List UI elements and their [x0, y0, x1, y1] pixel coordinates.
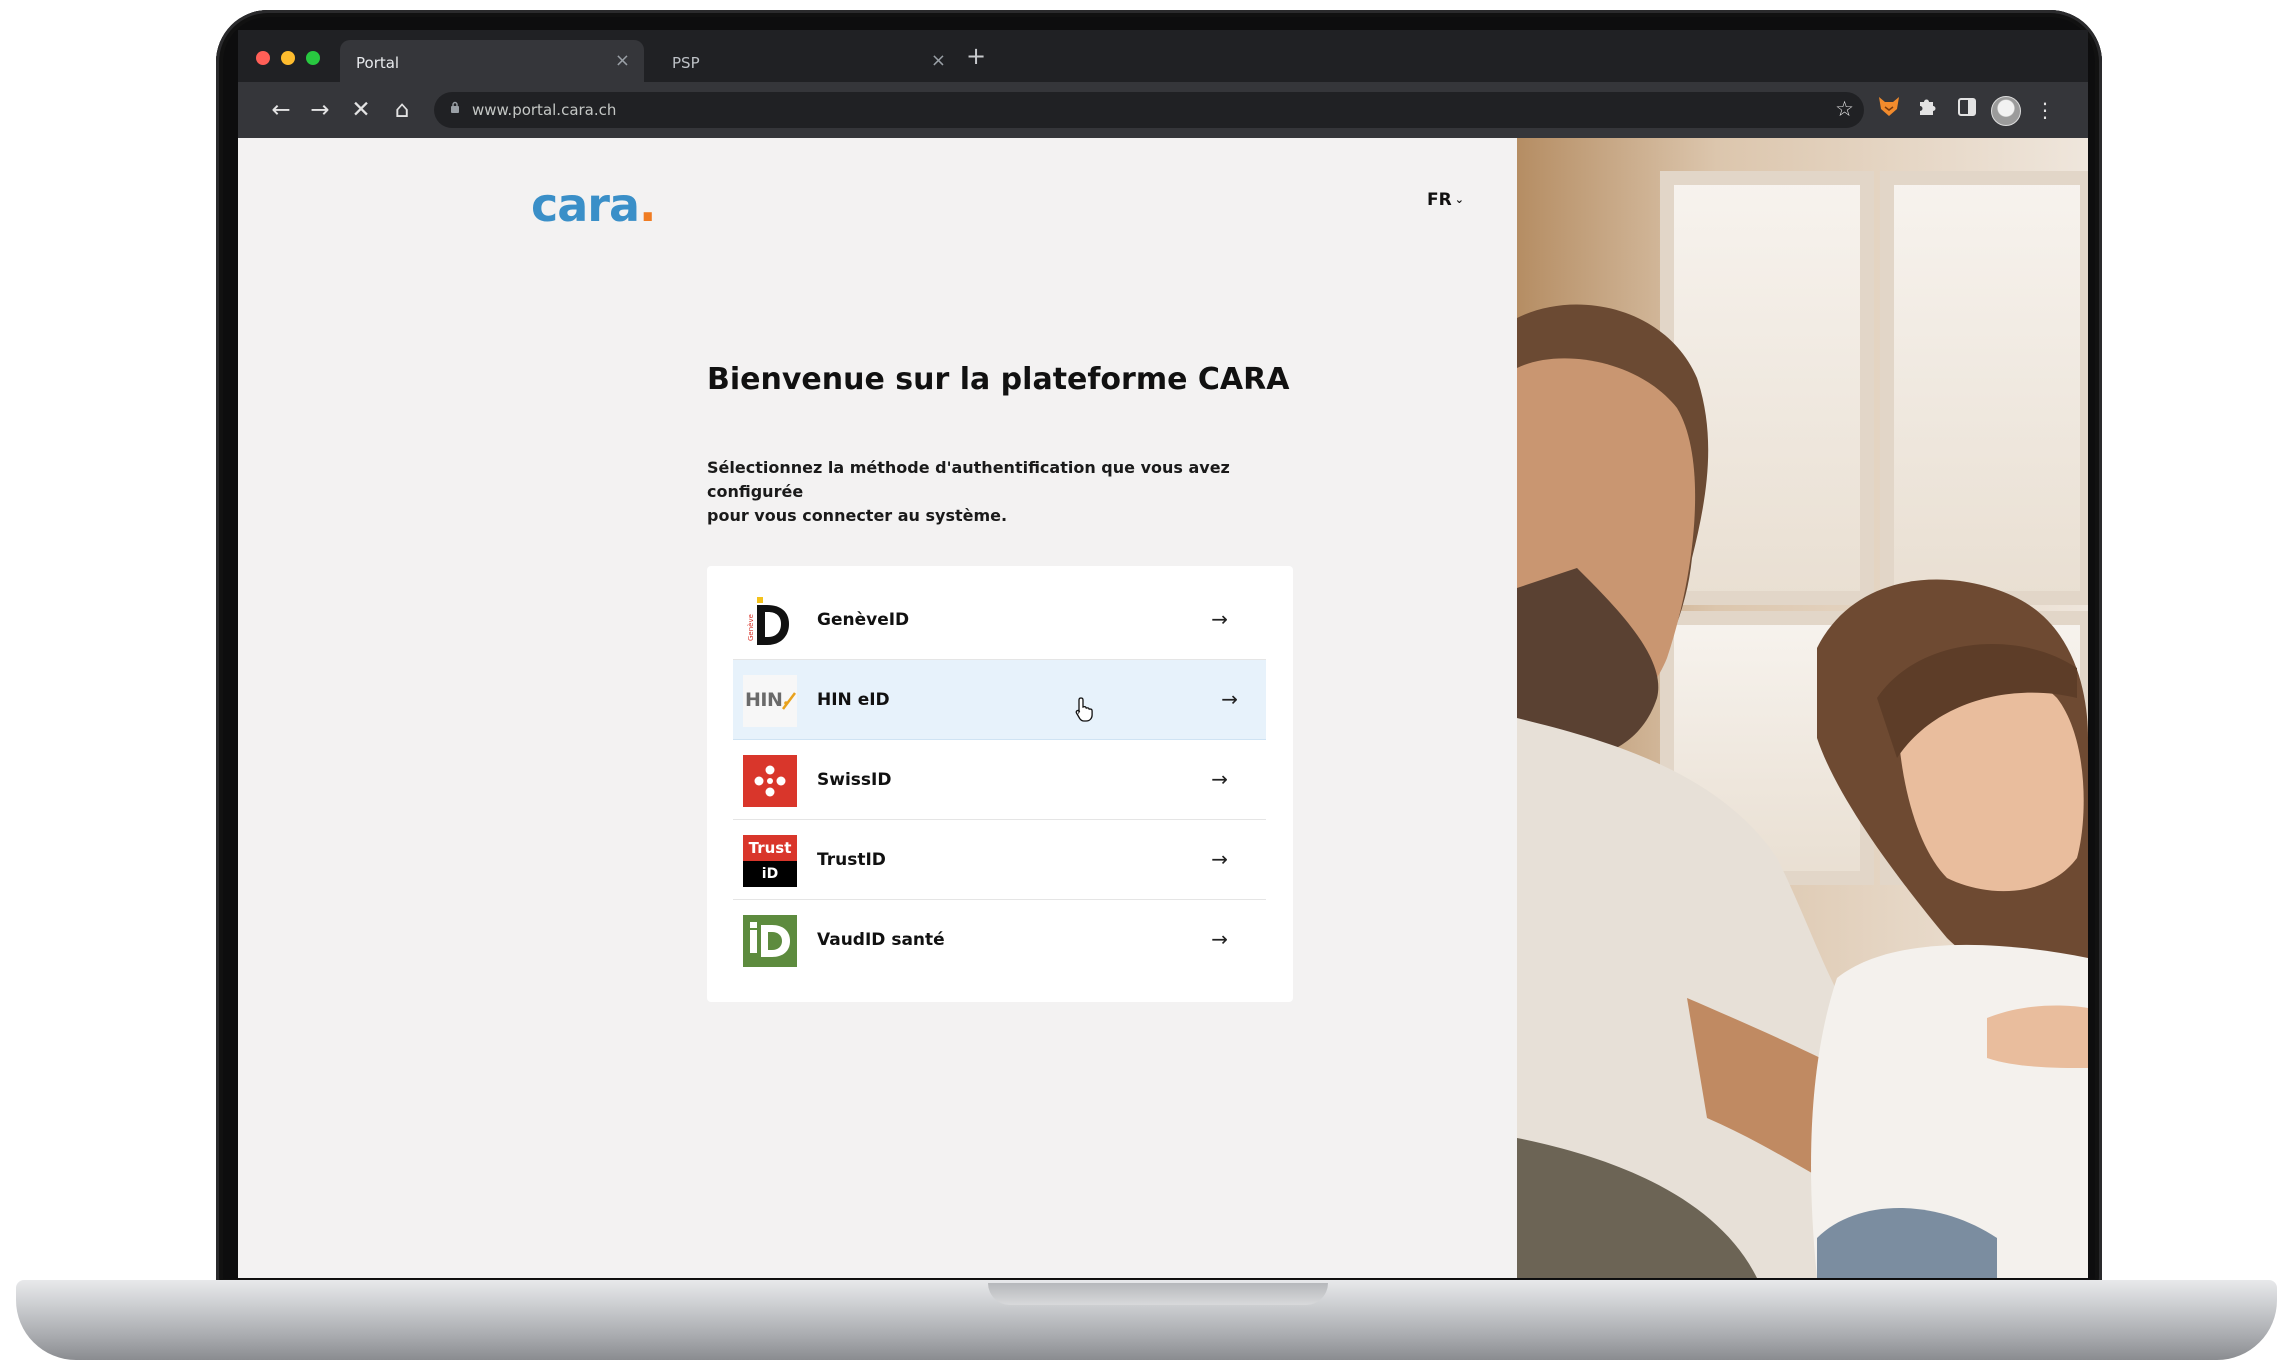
tab-close-icon[interactable]: ×	[931, 50, 946, 71]
logo-text: cara	[531, 178, 640, 232]
browser-toolbar: ← → ✕ ⌂ www.portal.cara.ch ☆ ⋮	[238, 82, 2088, 138]
provider-name: HIN eID	[817, 690, 890, 710]
arrow-right-icon: →	[1211, 927, 1228, 951]
laptop-notch	[988, 1283, 1328, 1305]
provider-hin-eid[interactable]: HIN HIN eID →	[733, 660, 1266, 740]
geneveid-logo: Genève	[743, 595, 797, 647]
hand-cursor-icon	[1074, 696, 1096, 722]
lock-icon	[450, 101, 460, 117]
tab-psp[interactable]: PSP ×	[656, 40, 960, 82]
logo-dot: .	[639, 178, 657, 232]
stop-loading-icon[interactable]: ✕	[346, 95, 376, 125]
trustid-logo-bottom: iD	[761, 866, 779, 882]
laptop-screen: Portal × PSP × + ← → ✕ ⌂ www.portal.cara…	[238, 30, 2088, 1278]
hin-logo: HIN	[743, 675, 797, 727]
arrow-right-icon: →	[1211, 767, 1228, 791]
forward-icon[interactable]: →	[305, 95, 335, 125]
provider-trustid[interactable]: Trust iD TrustID →	[733, 820, 1266, 900]
swissid-logo	[743, 755, 797, 807]
auth-methods-card: Genève GenèveID → HIN HIN eID → SwissID …	[707, 566, 1293, 1002]
bookmark-star-icon[interactable]: ☆	[1835, 97, 1854, 121]
provider-geneveid[interactable]: Genève GenèveID →	[733, 580, 1266, 660]
extensions-puzzle-icon[interactable]	[1912, 95, 1942, 125]
tab-label: PSP	[672, 54, 700, 72]
hero-photo-father-and-daughter	[1517, 138, 2088, 1278]
window-minimize-button[interactable]	[281, 51, 295, 65]
arrow-right-icon: →	[1211, 847, 1228, 871]
back-icon[interactable]: ←	[266, 95, 296, 125]
home-icon[interactable]: ⌂	[387, 95, 417, 125]
browser-menu-icon[interactable]: ⋮	[2030, 95, 2060, 125]
browser-tab-bar: Portal × PSP × +	[238, 30, 2088, 82]
chevron-down-icon: ⌄	[1454, 193, 1464, 206]
tab-portal[interactable]: Portal ×	[340, 40, 644, 82]
provider-swissid[interactable]: SwissID →	[733, 740, 1266, 820]
page-title: Bienvenue sur la plateforme CARA	[707, 362, 1290, 397]
side-panel-icon[interactable]	[1952, 95, 1982, 125]
page-intro: Sélectionnez la méthode d'authentificati…	[707, 456, 1307, 528]
hin-logo-text: HIN	[745, 689, 783, 711]
provider-name: TrustID	[817, 850, 886, 870]
vaudid-logo	[743, 915, 797, 967]
trustid-logo-top: Trust	[743, 835, 797, 861]
profile-avatar[interactable]	[1991, 96, 2021, 126]
language-label: FR	[1427, 190, 1452, 210]
provider-name: GenèveID	[817, 610, 910, 630]
tab-label: Portal	[356, 54, 400, 72]
web-page: cara. FR ⌄ Bienvenue sur la plateforme CA…	[238, 138, 2088, 1278]
window-close-button[interactable]	[256, 51, 270, 65]
window-maximize-button[interactable]	[306, 51, 320, 65]
arrow-right-icon: →	[1211, 607, 1228, 631]
intro-line-1: Sélectionnez la méthode d'authentificati…	[707, 458, 1230, 501]
login-pane: cara. FR ⌄ Bienvenue sur la plateforme CA…	[238, 138, 1517, 1278]
address-bar[interactable]: www.portal.cara.ch ☆	[434, 92, 1864, 128]
provider-name: VaudID santé	[817, 930, 945, 950]
language-selector[interactable]: FR ⌄	[1427, 190, 1464, 210]
svg-text:Genève: Genève	[747, 614, 755, 641]
extension-fox-icon[interactable]	[1874, 95, 1904, 125]
new-tab-icon[interactable]: +	[966, 44, 986, 68]
trustid-logo: Trust iD	[743, 835, 797, 887]
arrow-right-icon: →	[1221, 687, 1238, 711]
tab-close-icon[interactable]: ×	[615, 50, 630, 71]
provider-name: SwissID	[817, 770, 892, 790]
url-text: www.portal.cara.ch	[472, 101, 617, 119]
intro-line-2: pour vous connecter au système.	[707, 506, 1008, 525]
cara-logo[interactable]: cara.	[531, 178, 657, 232]
provider-vaudid-sante[interactable]: VaudID santé →	[733, 900, 1266, 980]
